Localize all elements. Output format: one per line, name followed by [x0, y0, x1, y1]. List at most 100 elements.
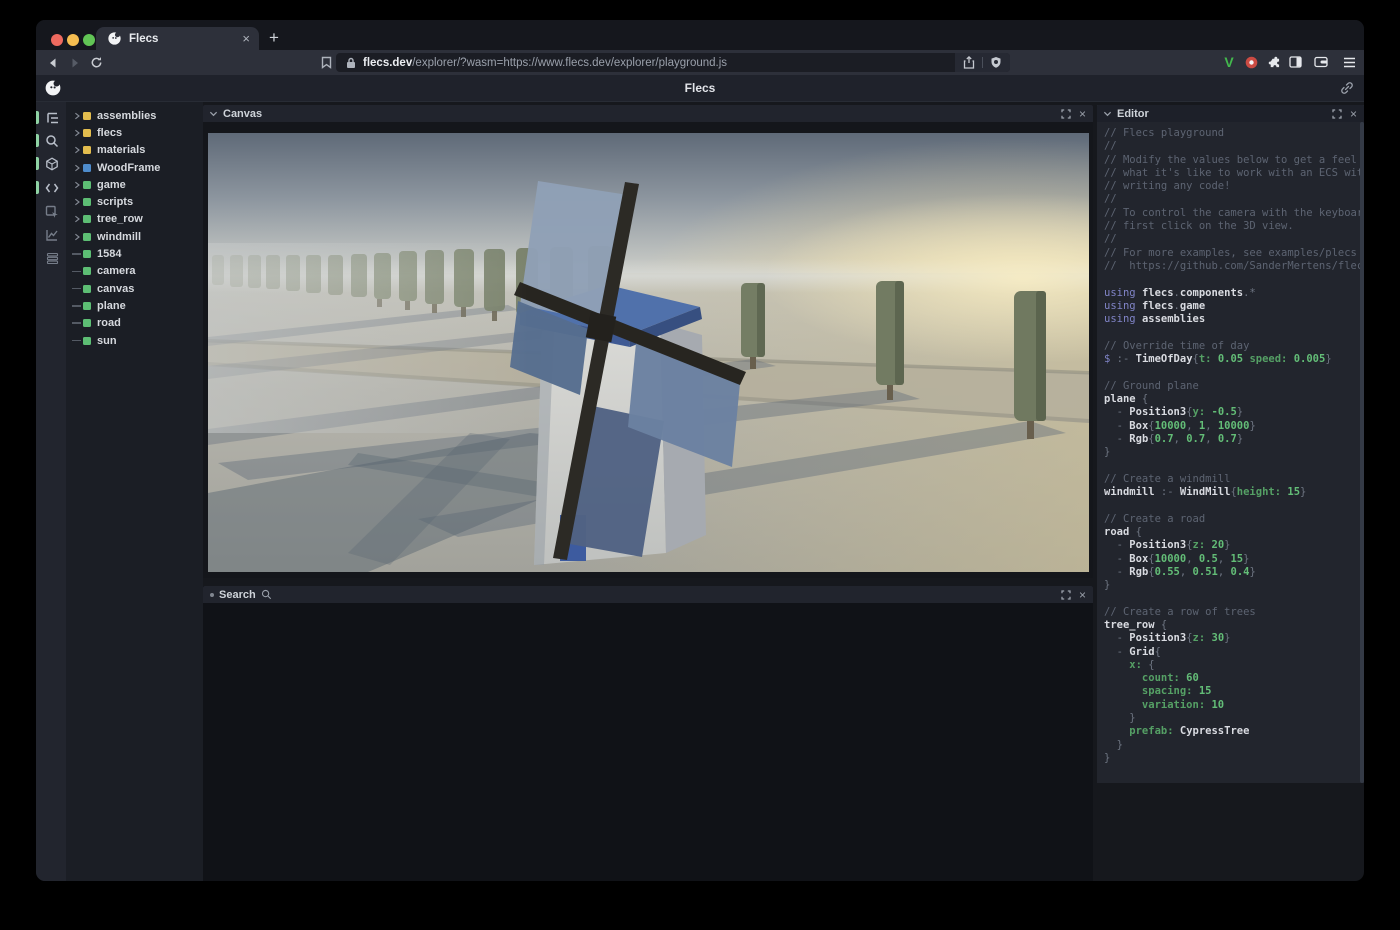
share-icon[interactable]: [963, 56, 975, 69]
tree-item-label: sun: [97, 335, 117, 347]
reload-icon[interactable]: [88, 54, 105, 71]
url-controls: [955, 53, 1010, 72]
entity-tag: [83, 233, 91, 241]
cube-icon[interactable]: [40, 154, 64, 174]
entity-tree-panel: assemblies flecs materials WoodFrame game scr…: [66, 102, 203, 881]
entity-tag: [83, 129, 91, 137]
code-line: // https://github.com/SanderMertens/flec…: [1104, 260, 1363, 273]
canvas-panel: Canvas ×: [203, 105, 1093, 578]
inspect-icon[interactable]: [40, 202, 64, 222]
close-icon[interactable]: ×: [1350, 108, 1357, 120]
search-icon[interactable]: [40, 131, 64, 151]
shield-icon[interactable]: [990, 56, 1002, 69]
record-icon[interactable]: [1242, 53, 1260, 71]
window-close-button[interactable]: [51, 34, 63, 46]
fullscreen-icon[interactable]: [1061, 109, 1071, 119]
new-tab-button[interactable]: +: [264, 28, 284, 48]
page-title: Flecs: [36, 81, 1364, 95]
tree-item-materials[interactable]: materials: [66, 142, 203, 159]
window-minimize-button[interactable]: [67, 34, 79, 46]
forward-icon[interactable]: [66, 54, 83, 71]
code-line: // Flecs playground: [1104, 127, 1363, 140]
tree-item-road[interactable]: road: [66, 315, 203, 332]
tree-item-windmill[interactable]: windmill: [66, 228, 203, 245]
tree-item-label: plane: [97, 300, 126, 312]
url-domain: flecs.dev: [363, 57, 412, 69]
expand-chevron-icon[interactable]: [70, 164, 83, 172]
tree-item-label: windmill: [97, 231, 141, 243]
code-line: plane {: [1104, 393, 1363, 406]
code-line: using assemblies: [1104, 313, 1363, 326]
tree-item-scripts[interactable]: scripts: [66, 193, 203, 210]
entity-tag: [83, 285, 91, 293]
code-line: }: [1104, 579, 1363, 592]
entity-tag: [83, 267, 91, 275]
tree-item-label: flecs: [97, 127, 122, 139]
vivaldi-icon[interactable]: V: [1220, 53, 1238, 71]
tree-item-flecs[interactable]: flecs: [66, 124, 203, 141]
code-line: // Ground plane: [1104, 380, 1363, 393]
tree-item-label: materials: [97, 144, 145, 156]
code-line: // Create a row of trees: [1104, 606, 1363, 619]
list-icon[interactable]: [40, 248, 64, 268]
extensions-icon[interactable]: [1264, 53, 1282, 71]
code-line: using flecs.components.*: [1104, 287, 1363, 300]
link-icon[interactable]: [1340, 81, 1354, 95]
close-icon[interactable]: ×: [1079, 589, 1086, 601]
window-zoom-button[interactable]: [83, 34, 95, 46]
expand-chevron-icon[interactable]: [70, 129, 83, 137]
entity-tag: [83, 112, 91, 120]
tree-item-assemblies[interactable]: assemblies: [66, 107, 203, 124]
code-icon[interactable]: [40, 178, 64, 198]
code-line: // first click on the 3D view.: [1104, 220, 1363, 233]
expand-chevron-icon[interactable]: [70, 233, 83, 241]
tree-item-label: scripts: [97, 196, 133, 208]
dash-icon: [70, 305, 83, 307]
tree-item-label: game: [97, 179, 126, 191]
browser-tab-flecs[interactable]: Flecs ×: [96, 27, 259, 50]
editor-code[interactable]: // Flecs playground//// Modify the value…: [1097, 122, 1363, 783]
code-line: [1104, 592, 1363, 605]
code-line: }: [1104, 739, 1363, 752]
tree-item-1584[interactable]: 1584: [66, 245, 203, 262]
code-line: // Create a road: [1104, 513, 1363, 526]
wallet-icon[interactable]: [1312, 53, 1330, 71]
tree-item-game[interactable]: game: [66, 176, 203, 193]
back-icon[interactable]: [44, 54, 61, 71]
tree-item-tree_row[interactable]: tree_row: [66, 211, 203, 228]
expand-chevron-icon[interactable]: [70, 146, 83, 154]
expand-chevron-icon[interactable]: [70, 198, 83, 206]
chart-icon[interactable]: [40, 225, 64, 245]
collapse-chevron-icon[interactable]: [1103, 109, 1112, 118]
expand-chevron-icon[interactable]: [70, 181, 83, 189]
entity-tag: [83, 215, 91, 223]
editor-scrollbar[interactable]: [1360, 122, 1364, 783]
tree-item-WoodFrame[interactable]: WoodFrame: [66, 159, 203, 176]
tab-close-icon[interactable]: ×: [242, 32, 250, 45]
close-icon[interactable]: ×: [1079, 108, 1086, 120]
code-line: // writing any code!: [1104, 180, 1363, 193]
bookmark-icon[interactable]: [318, 54, 335, 71]
hierarchy-icon[interactable]: [40, 108, 64, 128]
code-line: //: [1104, 140, 1363, 153]
expand-chevron-icon[interactable]: [70, 112, 83, 120]
tree-item-canvas[interactable]: canvas: [66, 280, 203, 297]
panel-icon[interactable]: [1286, 53, 1304, 71]
tree-item-label: 1584: [97, 248, 121, 260]
fullscreen-icon[interactable]: [1061, 590, 1071, 600]
entity-tag: [83, 164, 91, 172]
code-line: - Position3{z: 30}: [1104, 632, 1363, 645]
editor-panel-title: Editor: [1117, 108, 1149, 120]
search-panel-header[interactable]: Search ×: [203, 586, 1093, 603]
collapse-chevron-icon[interactable]: [209, 109, 218, 118]
tree-item-plane[interactable]: plane: [66, 297, 203, 314]
expand-chevron-icon[interactable]: [70, 215, 83, 223]
3d-canvas-view[interactable]: [208, 133, 1089, 572]
menu-icon[interactable]: [1340, 53, 1358, 71]
dash-icon: [70, 322, 83, 324]
tree-item-camera[interactable]: camera: [66, 263, 203, 280]
tree-item-sun[interactable]: sun: [66, 332, 203, 349]
url-bar[interactable]: flecs.dev/explorer/?wasm=https://www.fle…: [336, 53, 1010, 72]
dash-icon: [70, 271, 83, 273]
fullscreen-icon[interactable]: [1332, 109, 1342, 119]
